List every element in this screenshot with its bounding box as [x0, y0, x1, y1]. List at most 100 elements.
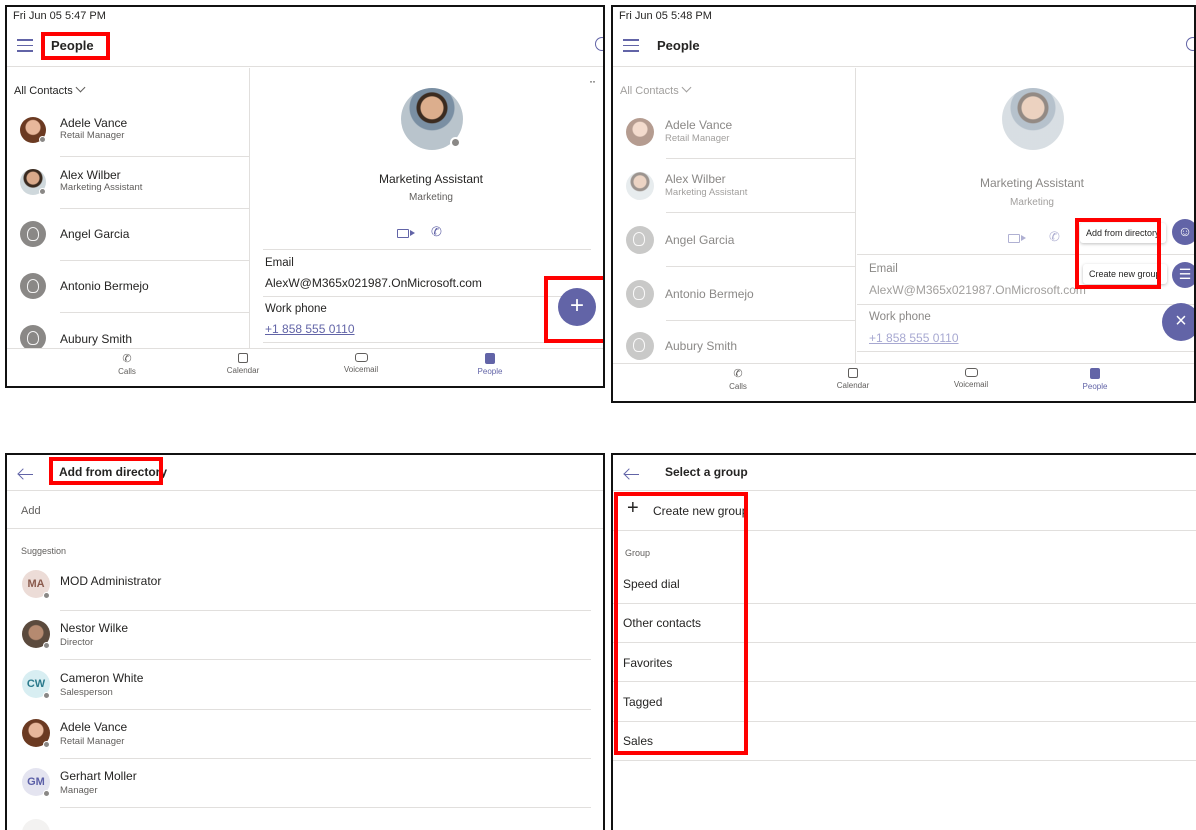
top-bar: Select a group [613, 455, 1196, 491]
work-phone-link[interactable]: +1 858 555 0110 [869, 331, 959, 345]
contact-name: Angel Garcia [60, 227, 130, 241]
work-phone-link[interactable]: +1 858 555 0110 [265, 322, 355, 336]
video-call-icon[interactable] [1008, 234, 1026, 243]
back-arrow-icon[interactable] [623, 468, 639, 480]
refresh-icon[interactable] [595, 37, 603, 51]
contact-name: Aubury Smith [60, 332, 133, 346]
voicemail-icon [354, 353, 368, 362]
voicemail-icon [964, 368, 978, 377]
presence-indicator [43, 592, 50, 599]
email-value[interactable]: AlexW@M365x021987.OnMicrosoft.com [265, 276, 482, 290]
top-bar: People [7, 27, 603, 67]
avatar [626, 118, 654, 146]
phone-call-icon[interactable]: ✆ [1049, 230, 1061, 243]
status-bar-time: Fri Jun 05 5:48 PM [619, 10, 712, 22]
video-call-icon[interactable] [397, 229, 415, 238]
back-arrow-icon[interactable] [17, 468, 33, 480]
divider [60, 208, 250, 209]
contact-name: Aubury Smith [665, 339, 738, 353]
email-value[interactable]: AlexW@M365x021987.OnMicrosoft.com [869, 283, 1086, 297]
tab-label: People [1082, 382, 1108, 391]
email-label: Email [265, 257, 294, 269]
page-title: People [657, 38, 700, 53]
presence-indicator [43, 642, 50, 649]
presence-indicator [450, 137, 461, 148]
avatar [626, 332, 654, 360]
divider [60, 312, 250, 313]
tab-people[interactable]: People [450, 353, 530, 376]
contact-name: Adele Vance [60, 116, 128, 130]
presence-indicator [39, 188, 46, 195]
contacts-filter-dropdown[interactable]: All Contacts [14, 82, 86, 97]
contact-list: All Contacts Adele Vance Retail Manager … [7, 68, 250, 351]
contact-name: Adele Vance [665, 118, 733, 132]
person-name: Adele Vance [60, 720, 128, 734]
tab-people[interactable]: People [1055, 368, 1135, 391]
tab-calendar[interactable]: Calendar [203, 353, 283, 375]
close-menu-button[interactable]: × [1162, 303, 1194, 341]
avatar [626, 226, 654, 254]
status-bar-time: Fri Jun 05 5:47 PM [13, 10, 106, 22]
phone-icon: ✆ [122, 353, 132, 365]
select-group-screen: Select a group + Create new group Group … [611, 453, 1196, 830]
presence-indicator [43, 741, 50, 748]
people-icon [485, 353, 495, 364]
divider [60, 659, 591, 660]
more-options-icon[interactable]: ·· [589, 74, 596, 88]
tab-label: Voicemail [953, 380, 989, 389]
people-screen: Fri Jun 05 5:47 PM People All Contacts A… [5, 5, 605, 388]
add-from-directory-screen: Add from directory Add Suggestion MA MOD… [5, 453, 605, 830]
chevron-down-icon [75, 82, 86, 93]
list-icon[interactable]: ☰ [1172, 262, 1194, 288]
tab-label: Calls [729, 382, 747, 391]
contact-name: Angel Garcia [665, 233, 735, 247]
list-item[interactable]: Adele Vance Retail Manager [7, 106, 250, 158]
tab-voicemail[interactable]: Voicemail [931, 368, 1011, 389]
calendar-icon [848, 368, 858, 378]
divider [263, 296, 591, 297]
list-item[interactable]: Antonio Bermejo [613, 268, 856, 321]
divider [60, 709, 591, 710]
contact-title: Retail Manager [665, 133, 730, 144]
work-phone-label: Work phone [869, 311, 931, 323]
divider [60, 807, 591, 808]
contact-title: Marketing Assistant [60, 182, 143, 193]
hamburger-menu-icon[interactable] [623, 39, 639, 52]
divider [263, 342, 591, 343]
list-item[interactable]: Alex Wilber Marketing Assistant [7, 158, 250, 210]
divider [857, 351, 1194, 352]
list-item[interactable]: Angel Garcia [613, 214, 856, 267]
list-item[interactable]: Angel Garcia [7, 210, 250, 262]
highlight-box [614, 492, 748, 755]
top-bar: Add from directory [7, 455, 603, 491]
divider [613, 760, 1196, 761]
refresh-icon[interactable] [1186, 37, 1194, 51]
list-item[interactable]: Antonio Bermejo [7, 262, 250, 314]
contacts-filter-dropdown[interactable]: All Contacts [620, 82, 692, 97]
people-screen-add-menu: Fri Jun 05 5:48 PM People All Contacts A… [611, 5, 1196, 403]
avatar [626, 280, 654, 308]
tab-calendar[interactable]: Calendar [813, 368, 893, 390]
filter-label: All Contacts [14, 85, 73, 97]
list-item[interactable]: Alex Wilber Marketing Assistant [613, 160, 856, 213]
tab-calls[interactable]: ✆ Calls [698, 368, 778, 391]
tab-calls[interactable]: ✆ Calls [87, 353, 167, 376]
list-item[interactable]: Adele Vance Retail Manager [613, 106, 856, 159]
phone-call-icon[interactable]: ✆ [431, 225, 443, 238]
highlight-box [41, 32, 110, 60]
hamburger-menu-icon[interactable] [17, 39, 33, 52]
tab-label: Calls [118, 367, 136, 376]
tab-voicemail[interactable]: Voicemail [321, 353, 401, 374]
presence-indicator [43, 692, 50, 699]
contact-title: Retail Manager [60, 130, 125, 141]
divider [857, 304, 1194, 305]
add-person-icon[interactable]: ☺ [1172, 219, 1194, 245]
contact-detail: Marketing Assistant Marketing ✆ Email Al… [857, 68, 1194, 363]
people-icon [1090, 368, 1100, 379]
add-search-input[interactable]: Add [21, 505, 41, 517]
highlight-box [1075, 218, 1161, 289]
avatar [20, 221, 46, 247]
contact-role: Marketing Assistant [979, 176, 1085, 190]
contact-name: Alex Wilber [60, 168, 121, 182]
person-title: Salesperson [60, 687, 113, 698]
